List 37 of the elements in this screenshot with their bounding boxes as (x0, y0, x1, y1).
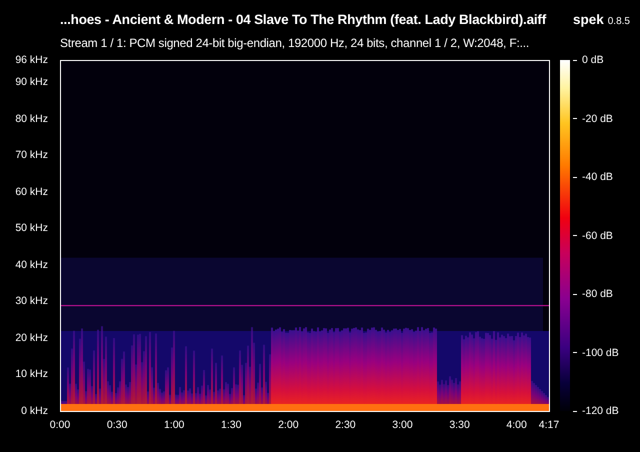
time-label: 4:00 (506, 420, 527, 430)
decibel-label: -100 dB (582, 346, 619, 358)
frequency-label: 90 kHz (15, 76, 48, 88)
time-label: 0:30 (106, 420, 128, 430)
frequency-label: 60 kHz (15, 186, 48, 198)
frequency-label: 40 kHz (15, 260, 48, 270)
frequency-label: 10 kHz (15, 369, 48, 380)
frequency-label: 30 kHz (15, 296, 48, 307)
stream-info: Stream 1 / 1: PCM signed 24-bit big-endian, 192000 Hz, 24 bits, channel 1 / 2, W:2048, F:... (60, 35, 529, 52)
decibel-label: -80 dB (582, 288, 613, 300)
decibel-label: -60 dB (582, 230, 613, 242)
frequency-label: 80 kHz (15, 114, 48, 124)
tick-mark (573, 410, 577, 412)
decibel-label: -120 dB (582, 405, 619, 417)
app-version: 0.8.5 (608, 15, 630, 29)
frequency-label: 0 kHz (21, 406, 48, 416)
app-name: spek (572, 11, 604, 29)
time-label: 3:30 (449, 420, 470, 430)
time-label: 1:00 (164, 420, 184, 430)
time-label: 3:00 (392, 420, 413, 430)
frequency-label: 50 kHz (15, 223, 48, 234)
decibel-label: -40 dB (582, 171, 613, 183)
tick-mark (573, 176, 577, 178)
time-label: 4:17 (538, 420, 560, 430)
time-label: 2:00 (278, 420, 299, 430)
time-label: 1:30 (221, 420, 242, 430)
tick-mark (573, 352, 577, 353)
time-label: 2:30 (335, 420, 356, 430)
decibel-label: -20 dB (582, 112, 613, 124)
frequency-label: 70 kHz (15, 150, 48, 161)
file-title: ...hoes - Ancient & Modern - 04 Slave To The Rhythm (feat. Lady Blackbird).aiff (60, 11, 546, 29)
time-label: 0:00 (50, 420, 70, 430)
tick-mark (573, 118, 577, 119)
decibel-label: 0 dB (582, 54, 604, 66)
frequency-label: 20 kHz (15, 332, 48, 344)
tick-mark (573, 235, 577, 236)
frequency-label: 96 kHz (15, 55, 48, 66)
